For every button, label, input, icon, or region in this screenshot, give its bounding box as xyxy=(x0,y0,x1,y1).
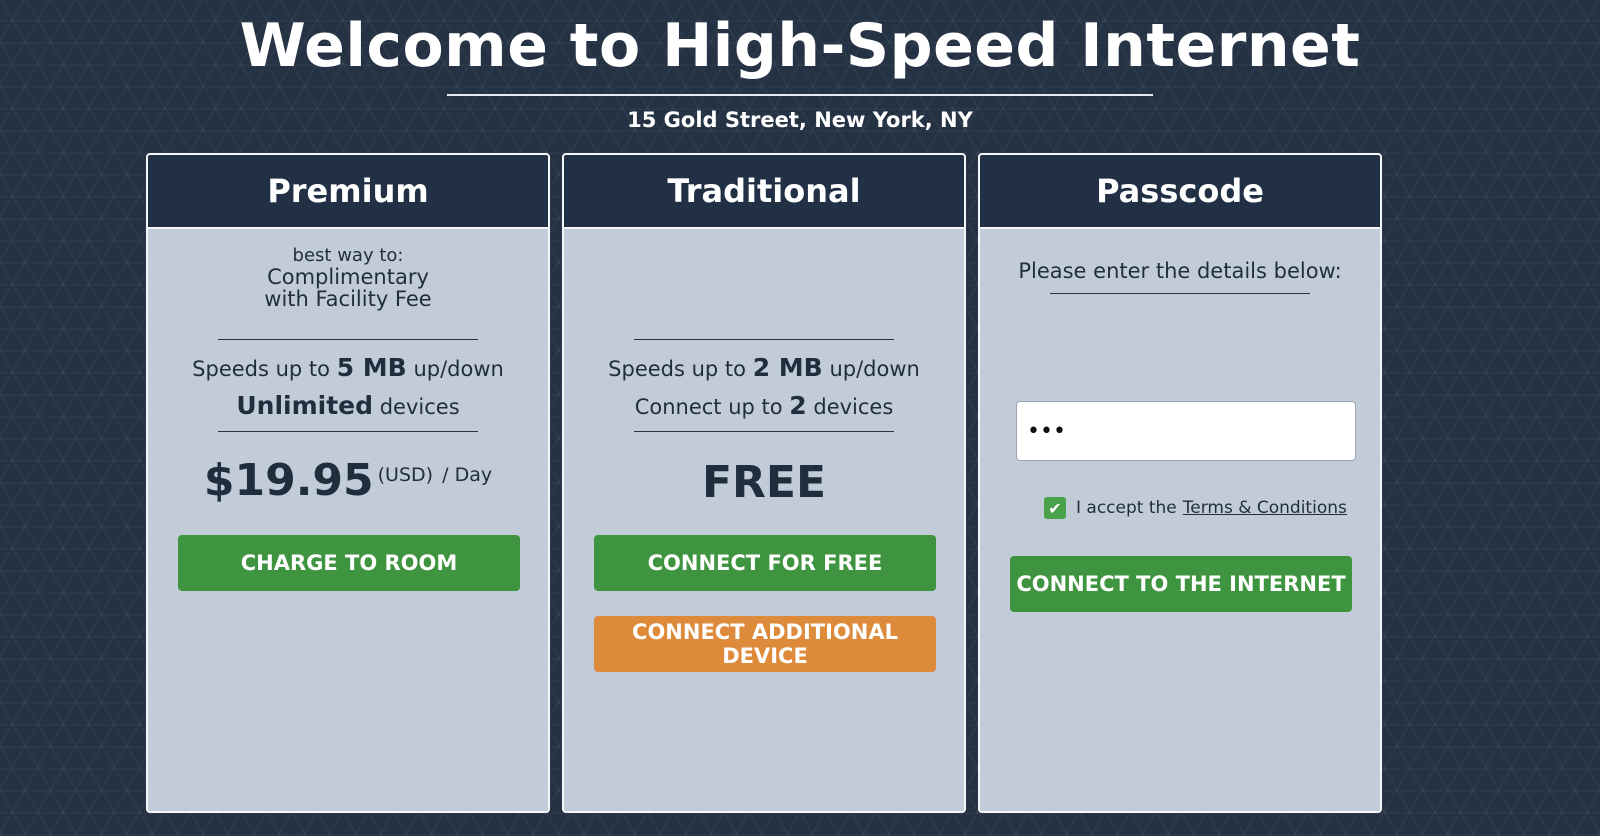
premium-devices: Unlimited devices xyxy=(236,391,460,420)
terms-link[interactable]: Terms & Conditions xyxy=(1183,498,1347,518)
passcode-card-title: Passcode xyxy=(980,155,1380,229)
passcode-card: Passcode Please enter the details below:… xyxy=(978,153,1382,813)
traditional-price: FREE xyxy=(701,457,827,508)
page-title: Welcome to High-Speed Internet xyxy=(239,11,1361,81)
passcode-divider xyxy=(1050,293,1310,294)
terms-row: ✔ I accept the Terms & Conditions xyxy=(1044,497,1347,519)
traditional-card-title: Traditional xyxy=(564,155,964,229)
premium-price: $19.95 (USD) / Day xyxy=(148,455,548,506)
traditional-card-body: Speeds up to 2 MB up/down Connect up to … xyxy=(564,229,964,811)
title-divider xyxy=(447,94,1153,96)
premium-price-period: / Day xyxy=(442,463,493,486)
passcode-instruction: Please enter the details below: xyxy=(1018,259,1342,283)
premium-divider-bottom xyxy=(218,431,478,432)
connect-additional-device-button[interactable]: CONNECT ADDITIONAL DEVICE xyxy=(594,616,936,672)
connect-to-internet-button[interactable]: CONNECT TO THE INTERNET xyxy=(1010,556,1352,612)
connect-for-free-button[interactable]: CONNECT FOR FREE xyxy=(594,535,936,591)
premium-card-body: best way to: Complimentary with Facility… xyxy=(148,229,548,811)
checkmark-icon: ✔ xyxy=(1048,498,1062,518)
traditional-divider-bottom xyxy=(634,431,894,432)
terms-checkbox[interactable]: ✔ xyxy=(1044,497,1066,519)
premium-tagline-facility-fee: with Facility Fee xyxy=(264,287,432,311)
premium-devices-value: Unlimited xyxy=(236,391,374,420)
traditional-card: Traditional Speeds up to 2 MB up/down Co… xyxy=(562,153,966,813)
charge-to-room-button[interactable]: CHARGE TO ROOM xyxy=(178,535,520,591)
traditional-divider-top xyxy=(634,339,894,340)
traditional-speed-value: 2 MB xyxy=(752,353,823,382)
premium-price-amount: $19.95 xyxy=(203,455,374,506)
premium-card: Premium best way to: Complimentary with … xyxy=(146,153,550,813)
premium-tagline-complimentary: Complimentary xyxy=(267,265,429,289)
premium-card-title: Premium xyxy=(148,155,548,229)
traditional-devices: Connect up to 2 devices xyxy=(634,391,894,420)
passcode-card-body: Please enter the details below: ✔ I acce… xyxy=(980,229,1380,811)
traditional-speed: Speeds up to 2 MB up/down xyxy=(608,353,920,382)
page-header: Welcome to High-Speed Internet 15 Gold S… xyxy=(0,0,1600,132)
traditional-devices-value: 2 xyxy=(789,391,807,420)
premium-speed-value: 5 MB xyxy=(336,353,407,382)
premium-price-currency: (USD) xyxy=(377,463,434,486)
passcode-input[interactable] xyxy=(1016,401,1356,461)
venue-address: 15 Gold Street, New York, NY xyxy=(627,108,973,132)
premium-speed: Speeds up to 5 MB up/down xyxy=(192,353,504,382)
premium-divider-top xyxy=(218,339,478,340)
terms-label: I accept the xyxy=(1076,498,1177,518)
premium-tagline: best way to: xyxy=(292,245,404,266)
